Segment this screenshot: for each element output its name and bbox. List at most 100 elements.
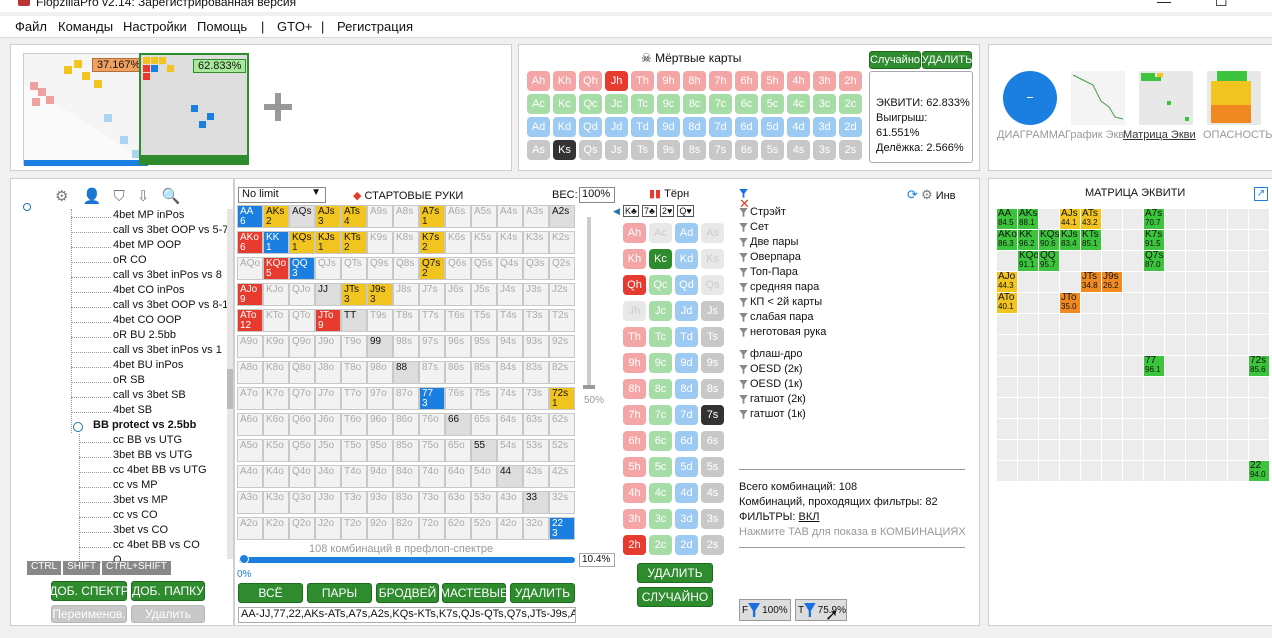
hand-cell[interactable]: K3o bbox=[263, 491, 289, 514]
board-delete-button[interactable]: УДАЛИТЬ bbox=[637, 563, 713, 583]
tree-item[interactable]: 4bet CO inPos bbox=[113, 284, 227, 296]
board-card-2c[interactable]: 2c bbox=[649, 535, 672, 555]
equity-cell[interactable]: AJs 44.1 bbox=[1060, 209, 1080, 229]
hand-cell[interactable]: 83o bbox=[393, 491, 419, 514]
stat-row[interactable]: гатшот (2к) bbox=[739, 393, 806, 405]
hand-cell[interactable]: 85o bbox=[393, 439, 419, 462]
dead-card-Qh[interactable]: Qh bbox=[579, 71, 602, 91]
search-icon[interactable]: 🔍 bbox=[162, 188, 181, 205]
board-card-2s[interactable]: 2s bbox=[701, 535, 724, 555]
hand-cell[interactable]: 53s bbox=[523, 439, 549, 462]
board-random-button[interactable]: СЛУЧАЙНО bbox=[637, 587, 713, 607]
stat-row[interactable]: неготовая рука bbox=[739, 326, 826, 338]
board-card-2d[interactable]: 2d bbox=[675, 535, 698, 555]
dead-card-Ts[interactable]: Ts bbox=[631, 140, 654, 160]
dead-card-9c[interactable]: 9c bbox=[657, 94, 680, 114]
hand-cell[interactable]: T3o bbox=[341, 491, 367, 514]
minimize-icon[interactable]: — bbox=[1157, 0, 1171, 9]
board-card-3d[interactable]: 3d bbox=[675, 509, 698, 529]
hand-cell[interactable]: 32s bbox=[549, 491, 575, 514]
tree-item[interactable]: 4bet BU inPos bbox=[113, 359, 227, 371]
hand-cell[interactable]: 62o bbox=[445, 517, 471, 540]
equity-cell[interactable]: JTs 34.8 bbox=[1081, 272, 1101, 292]
dead-card-Jd[interactable]: Jd bbox=[605, 117, 628, 137]
dead-card-3d[interactable]: 3d bbox=[813, 117, 836, 137]
dead-card-4h[interactable]: 4h bbox=[787, 71, 810, 91]
equity-cell[interactable]: KK 96.2 bbox=[1018, 230, 1038, 250]
hand-cell[interactable]: 54o bbox=[471, 465, 497, 488]
equity-graph-thumbnail[interactable] bbox=[1071, 71, 1125, 125]
hand-cell[interactable]: T5o bbox=[341, 439, 367, 462]
dead-card-As[interactable]: As bbox=[527, 140, 550, 160]
hand-cell[interactable]: 92o bbox=[367, 517, 393, 540]
dead-card-3s[interactable]: 3s bbox=[813, 140, 836, 160]
hand-cell[interactable]: 72o bbox=[419, 517, 445, 540]
add-range-button[interactable]: ДОБ. СПЕКТР bbox=[49, 581, 129, 601]
stat-row[interactable]: OESD (1к) bbox=[739, 378, 803, 390]
dead-card-5c[interactable]: 5c bbox=[761, 94, 784, 114]
dead-card-Qd[interactable]: Qd bbox=[579, 117, 602, 137]
graph-label-equity[interactable]: График Экви bbox=[1065, 129, 1125, 141]
hand-cell[interactable]: 54s bbox=[497, 439, 523, 462]
dead-card-8s[interactable]: 8s bbox=[683, 140, 706, 160]
dead-card-2d[interactable]: 2d bbox=[839, 117, 862, 137]
broadway-button[interactable]: БРОДВЕЙ bbox=[376, 583, 439, 603]
tree-item[interactable]: 3bet vs CO bbox=[113, 524, 168, 536]
dead-card-Ad[interactable]: Ad bbox=[527, 117, 550, 137]
hand-cell[interactable]: J4o bbox=[315, 465, 341, 488]
hand-cell[interactable]: 75o bbox=[419, 439, 445, 462]
hand-cell[interactable]: 84o bbox=[393, 465, 419, 488]
equity-cell[interactable]: ATs 43.2 bbox=[1081, 209, 1101, 229]
tree-item[interactable]: call vs 3bet OOP vs 8-1 bbox=[113, 299, 227, 311]
tree-item[interactable]: call vs 3bet OOP vs 5-7 bbox=[113, 224, 227, 236]
delete-tree-button[interactable]: Удалить bbox=[131, 605, 205, 623]
dead-card-6s[interactable]: 6s bbox=[735, 140, 758, 160]
board-card-3h[interactable]: 3h bbox=[623, 509, 646, 529]
danger-thumbnail[interactable] bbox=[1207, 71, 1261, 125]
board-card-4s[interactable]: 4s bbox=[701, 483, 724, 503]
dead-card-3h[interactable]: 3h bbox=[813, 71, 836, 91]
dead-card-Th[interactable]: Th bbox=[631, 71, 654, 91]
dead-card-Ac[interactable]: Ac bbox=[527, 94, 550, 114]
equity-cell[interactable]: AKo 86.3 bbox=[997, 230, 1017, 250]
add-range-icon[interactable] bbox=[264, 93, 292, 121]
hand-cell[interactable]: 55 bbox=[471, 439, 497, 462]
hand-cell[interactable]: 73o bbox=[419, 491, 445, 514]
dead-card-2c[interactable]: 2c bbox=[839, 94, 862, 114]
menu-gto[interactable]: GTO+ bbox=[277, 19, 313, 34]
dead-card-7s[interactable]: 7s bbox=[709, 140, 732, 160]
dead-card-Qs[interactable]: Qs bbox=[579, 140, 602, 160]
equity-cell[interactable]: A7s 70.7 bbox=[1144, 209, 1164, 229]
board-card-3s[interactable]: 3s bbox=[701, 509, 724, 529]
dead-card-8d[interactable]: 8d bbox=[683, 117, 706, 137]
equity-cell[interactable]: Q7s 87.0 bbox=[1144, 251, 1164, 271]
hand-cell[interactable]: 22 3 bbox=[549, 517, 575, 540]
equity-cell[interactable]: KJs 83.4 bbox=[1060, 230, 1080, 250]
dead-card-Jh[interactable]: Jh bbox=[605, 71, 628, 91]
equity-matrix-thumbnail[interactable] bbox=[1139, 71, 1193, 125]
dead-card-4d[interactable]: 4d bbox=[787, 117, 810, 137]
hand-cell[interactable]: A3o bbox=[237, 491, 263, 514]
dead-card-5h[interactable]: 5h bbox=[761, 71, 784, 91]
board-card-5h[interactable]: 5h bbox=[623, 457, 646, 477]
suited-button[interactable]: МАСТЕВЫЕ bbox=[440, 583, 508, 603]
hand-cell[interactable]: 44 bbox=[497, 465, 523, 488]
maximize-icon[interactable]: ☐ bbox=[1215, 0, 1228, 10]
board-card-4h[interactable]: 4h bbox=[623, 483, 646, 503]
tree-item[interactable]: oR CO bbox=[113, 254, 227, 266]
equity-cell[interactable]: 22 94.0 bbox=[1249, 461, 1269, 481]
equity-cell[interactable]: AKs 88.1 bbox=[1018, 209, 1038, 229]
tree-item[interactable]: call vs 3bet inPos vs 1 bbox=[113, 344, 227, 356]
tree-item[interactable]: call vs 3bet SB bbox=[113, 389, 227, 401]
turn-filter-button[interactable]: T 75.9% bbox=[795, 599, 847, 621]
hand-cell[interactable]: J3o bbox=[315, 491, 341, 514]
hand-cell[interactable]: J2o bbox=[315, 517, 341, 540]
dead-card-Tc[interactable]: Tc bbox=[631, 94, 654, 114]
equity-cell[interactable]: ATo 40.1 bbox=[997, 293, 1017, 313]
import-icon[interactable]: ⇩ bbox=[137, 188, 150, 205]
dead-card-4c[interactable]: 4c bbox=[787, 94, 810, 114]
folder-collapse-icon[interactable] bbox=[73, 422, 83, 432]
tree-item[interactable]: 3bet vs MP bbox=[113, 494, 168, 506]
dead-card-Jc[interactable]: Jc bbox=[605, 94, 628, 114]
menu-file[interactable]: Файл bbox=[15, 19, 47, 34]
